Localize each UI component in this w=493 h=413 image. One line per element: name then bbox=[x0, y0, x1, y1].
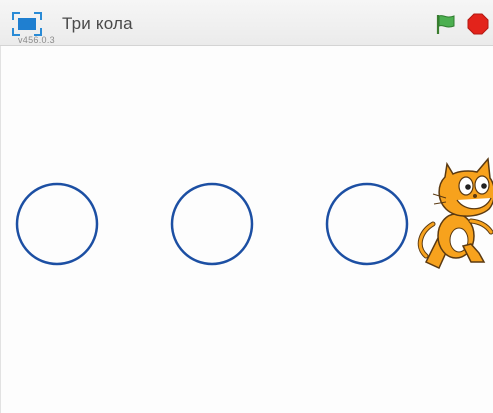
scratch-player: Три кола v456.0.3 bbox=[0, 0, 493, 413]
fullscreen-icon[interactable] bbox=[12, 12, 42, 36]
stage[interactable] bbox=[0, 46, 493, 413]
circle-sprite-3 bbox=[325, 182, 409, 266]
green-flag-icon[interactable] bbox=[434, 13, 456, 35]
circle-sprite-2 bbox=[170, 182, 254, 266]
player-titlebar: Три кола v456.0.3 bbox=[0, 0, 493, 46]
cat-sprite[interactable] bbox=[417, 157, 493, 269]
stop-icon[interactable] bbox=[467, 13, 489, 35]
version-label: v456.0.3 bbox=[18, 35, 55, 45]
project-title: Три кола bbox=[62, 14, 133, 33]
circle-sprite-1 bbox=[15, 182, 99, 266]
